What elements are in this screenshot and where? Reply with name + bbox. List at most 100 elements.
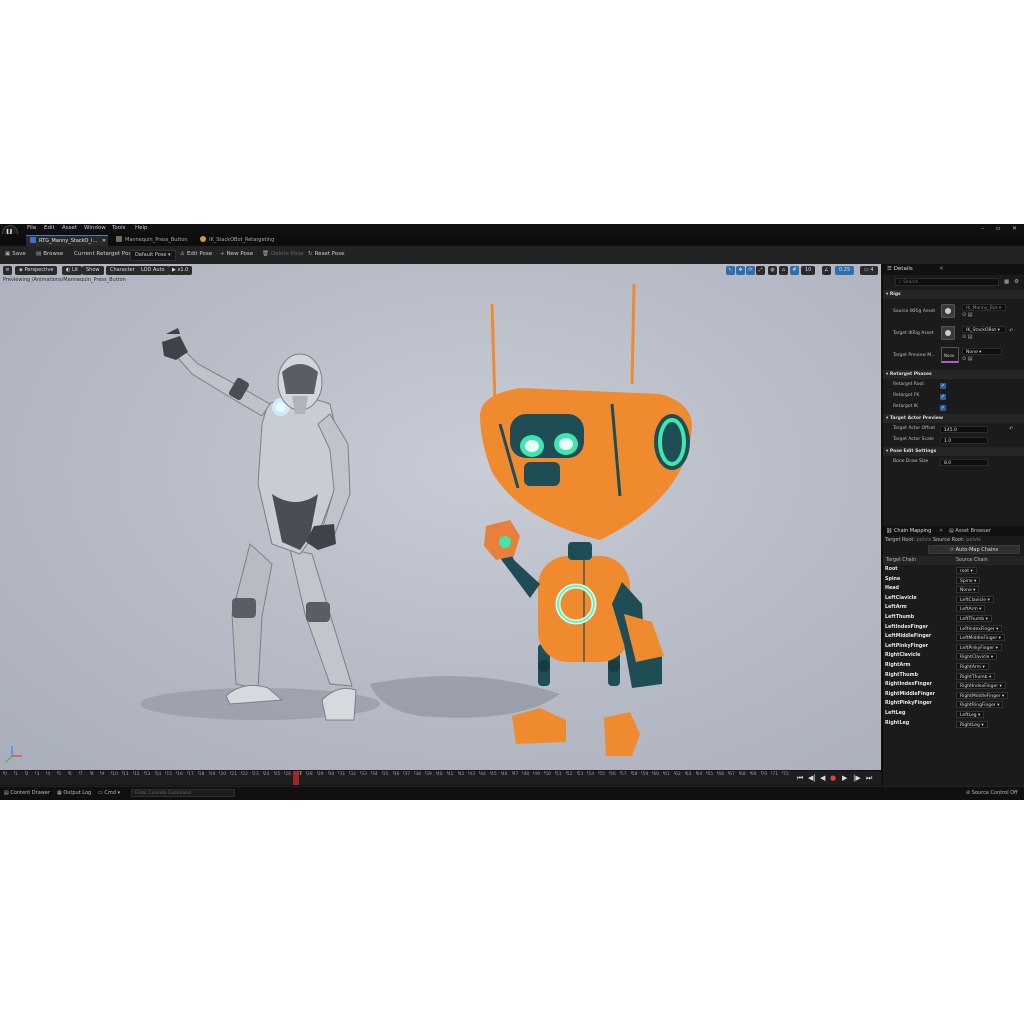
timeline-scrubber[interactable] [293, 771, 300, 785]
close-window-icon[interactable]: ✕ [1012, 225, 1017, 232]
output-log-button[interactable]: ▦ Output Log [57, 790, 91, 796]
delete-pose-button[interactable]: 🗑 Delete Pose [262, 251, 304, 257]
target-actor-offset-input[interactable]: 145.0 [940, 426, 988, 433]
record-icon[interactable]: ● [830, 774, 836, 782]
reset-to-default-icon[interactable]: ↶ [1009, 328, 1013, 335]
browse-button[interactable]: ▤ Browse [36, 251, 63, 257]
target-preview-dropdown[interactable]: None ▾ [962, 348, 1002, 355]
skip-start-icon[interactable]: ⏮ [797, 774, 803, 783]
settings-gear-icon[interactable]: ⚙ [1014, 278, 1019, 286]
retarget-root-checkbox[interactable]: ✓ [940, 383, 946, 389]
source-chain-dropdown[interactable]: LeftArm ▾ [956, 605, 986, 613]
menu-edit[interactable]: Edit [44, 225, 55, 231]
source-chain-dropdown[interactable]: LeftIndexFinger ▾ [956, 624, 1003, 632]
source-chain-dropdown[interactable]: LeftLeg ▾ [956, 711, 985, 718]
target-preview-thumbnail[interactable]: None [941, 347, 959, 363]
target-actor-scale-input[interactable]: 1.0 [940, 437, 988, 444]
timeline-frame-label: 10 [112, 772, 118, 777]
menu-file[interactable]: File [27, 225, 36, 231]
cmd-dropdown[interactable]: ▭ Cmd ▾ [98, 790, 120, 796]
chain-row: RightLeg RightLeg ▾ [883, 720, 1024, 729]
target-ikrig-thumbnail[interactable] [941, 326, 955, 340]
timeline-frame-ruler[interactable]: 0 1 2 3 4 5 6 7 8 9 10 11 12 13 14 15 16 17 18 19 20 21 22 23 24… [0, 771, 790, 785]
play-reverse-icon[interactable]: ◀ [820, 774, 825, 782]
chevron-down-icon: ▾ [998, 684, 1002, 690]
section-pose-edit-settings[interactable]: ▾ Pose Edit Settings [883, 447, 1024, 456]
play-forward-icon[interactable]: ▶ [842, 774, 847, 782]
source-chain-dropdown[interactable]: root ▾ [956, 567, 977, 574]
details-search-input[interactable]: ⌕ Search [895, 278, 999, 286]
menu-help[interactable]: Help [135, 225, 148, 231]
reset-offset-icon[interactable]: ↶ [1009, 426, 1013, 433]
source-chain-dropdown[interactable]: RightThumb ▾ [956, 672, 996, 680]
tab-mannequin-press-button[interactable]: Mannequin_Press_Button [112, 235, 194, 246]
preview-viewport[interactable]: ≡ ◈ Perspective ◐ Lit Show Character LOD… [0, 264, 881, 770]
console-command-input[interactable]: Enter Console Command [131, 789, 235, 797]
tab-close-icon[interactable]: ✕ [102, 238, 106, 244]
save-button[interactable]: ▣ Save [5, 251, 26, 257]
chain-row: Root root ▾ [883, 566, 1024, 575]
timeline-frame-label: 65 [707, 772, 714, 777]
chain-row: RightClavicle RightClavicle ▾ [883, 652, 1024, 661]
source-chain-dropdown[interactable]: LeftPinkyFinger ▾ [956, 643, 1002, 651]
timeline-frame-label: 7 [79, 772, 83, 777]
auto-map-chains-button[interactable]: ⟳ Auto-Map Chains [928, 545, 1020, 554]
details-tab-close-icon[interactable]: ✕ [939, 266, 944, 272]
source-chain-value: root [960, 569, 970, 574]
timeline-frame-label: 72 [783, 772, 789, 777]
source-chain-dropdown[interactable]: LeftThumb ▾ [956, 615, 992, 622]
skip-end-icon[interactable]: ⏭ [866, 774, 872, 783]
chain-tab-close-icon[interactable]: ✕ [939, 528, 943, 534]
section-retarget-phases[interactable]: ▾ Retarget Phases [883, 370, 1024, 379]
source-chain-dropdown[interactable]: RightIndexFinger ▾ [956, 682, 1006, 690]
menu-asset[interactable]: Asset [62, 225, 77, 231]
chain-row: LeftArm LeftArm ▾ [883, 604, 1024, 613]
source-chain-dropdown[interactable]: LeftClavicle ▾ [956, 595, 994, 603]
source-chain-dropdown[interactable]: RightMiddleFinger ▾ [956, 691, 1009, 699]
step-forward-icon[interactable]: |▶ [853, 774, 861, 782]
retarget-fk-checkbox[interactable]: ✓ [940, 394, 946, 400]
menu-window[interactable]: Window [84, 225, 106, 231]
target-ikrig-dropdown[interactable]: IK_StackOBot ▾ [962, 326, 1006, 333]
source-chain-dropdown[interactable]: RightRingFinger ▾ [956, 701, 1004, 709]
source-chain-dropdown[interactable]: RightClavicle ▾ [956, 653, 998, 661]
timeline-frame-label: 12 [133, 772, 140, 777]
source-ikrig-thumbnail[interactable] [941, 304, 955, 318]
reset-pose-button[interactable]: ↻ Reset Pose [308, 251, 344, 257]
tab-ik-stackobot[interactable]: IK_StackOBot_Retargeting [196, 235, 282, 246]
animation-timeline[interactable]: 0 1 2 3 4 5 6 7 8 9 10 11 12 13 14 15 16 17 18 19 20 21 22 23 24… [0, 770, 881, 785]
asset-browser-tab[interactable]: ▤ Asset Browser [949, 528, 991, 534]
source-ikrig-dropdown[interactable]: IK_Manny_Bot ▾ [962, 304, 1006, 311]
bone-draw-size-input[interactable]: 8.0 [940, 459, 988, 466]
timeline-frame-label: 47 [512, 772, 519, 777]
section-rigs[interactable]: ▾ Rigs [883, 290, 1024, 299]
tab-rtg-manny[interactable]: RTG_Manny_StackO_I... ✕ [26, 235, 108, 246]
source-chain-value: LeftClavicle [960, 597, 987, 603]
maximize-icon[interactable]: ▫ [996, 225, 1000, 232]
browse-asset-icon[interactable]: ⊙ ▤ [962, 312, 973, 319]
step-back-icon[interactable]: ◀| [808, 774, 816, 782]
chain-mapping-tab[interactable]: ⛓ Chain Mapping [886, 528, 931, 534]
chain-row: LeftThumb LeftThumb ▾ [883, 614, 1024, 623]
source-chain-dropdown[interactable]: None ▾ [956, 586, 980, 594]
grid-view-icon[interactable]: ▦ [1004, 278, 1009, 286]
menu-tools[interactable]: Tools [112, 225, 126, 231]
minimize-icon[interactable]: – [981, 225, 984, 232]
reset-icon: ↻ [308, 251, 313, 257]
browse-target-asset-icon[interactable]: ⊙ ▤ [962, 334, 973, 341]
retarget-ik-checkbox[interactable]: ✓ [940, 405, 946, 411]
browse-mesh-icon[interactable]: ⊙ ▤ [962, 356, 973, 363]
current-pose-dropdown[interactable]: Default Pose ▾ [130, 250, 176, 261]
details-tab[interactable]: ☰ Details [887, 266, 913, 272]
source-chain-dropdown[interactable]: RightArm ▾ [956, 663, 989, 670]
timeline-frame-label: 42 [458, 772, 465, 777]
content-drawer-button[interactable]: ▤ Content Drawer [4, 790, 50, 796]
timeline-frame-label: 1 [14, 772, 18, 777]
edit-pose-button[interactable]: ♙ Edit Pose [180, 251, 212, 257]
source-chain-dropdown[interactable]: LeftMiddleFinger ▾ [956, 634, 1005, 642]
new-pose-button[interactable]: + New Pose [220, 251, 253, 257]
source-chain-dropdown[interactable]: Spine ▾ [956, 576, 981, 584]
source-chain-dropdown[interactable]: RightLeg ▾ [956, 720, 988, 728]
section-target-actor-preview[interactable]: ▾ Target Actor Preview [883, 414, 1024, 423]
source-control-button[interactable]: ⊘ Source Control Off [966, 790, 1018, 796]
